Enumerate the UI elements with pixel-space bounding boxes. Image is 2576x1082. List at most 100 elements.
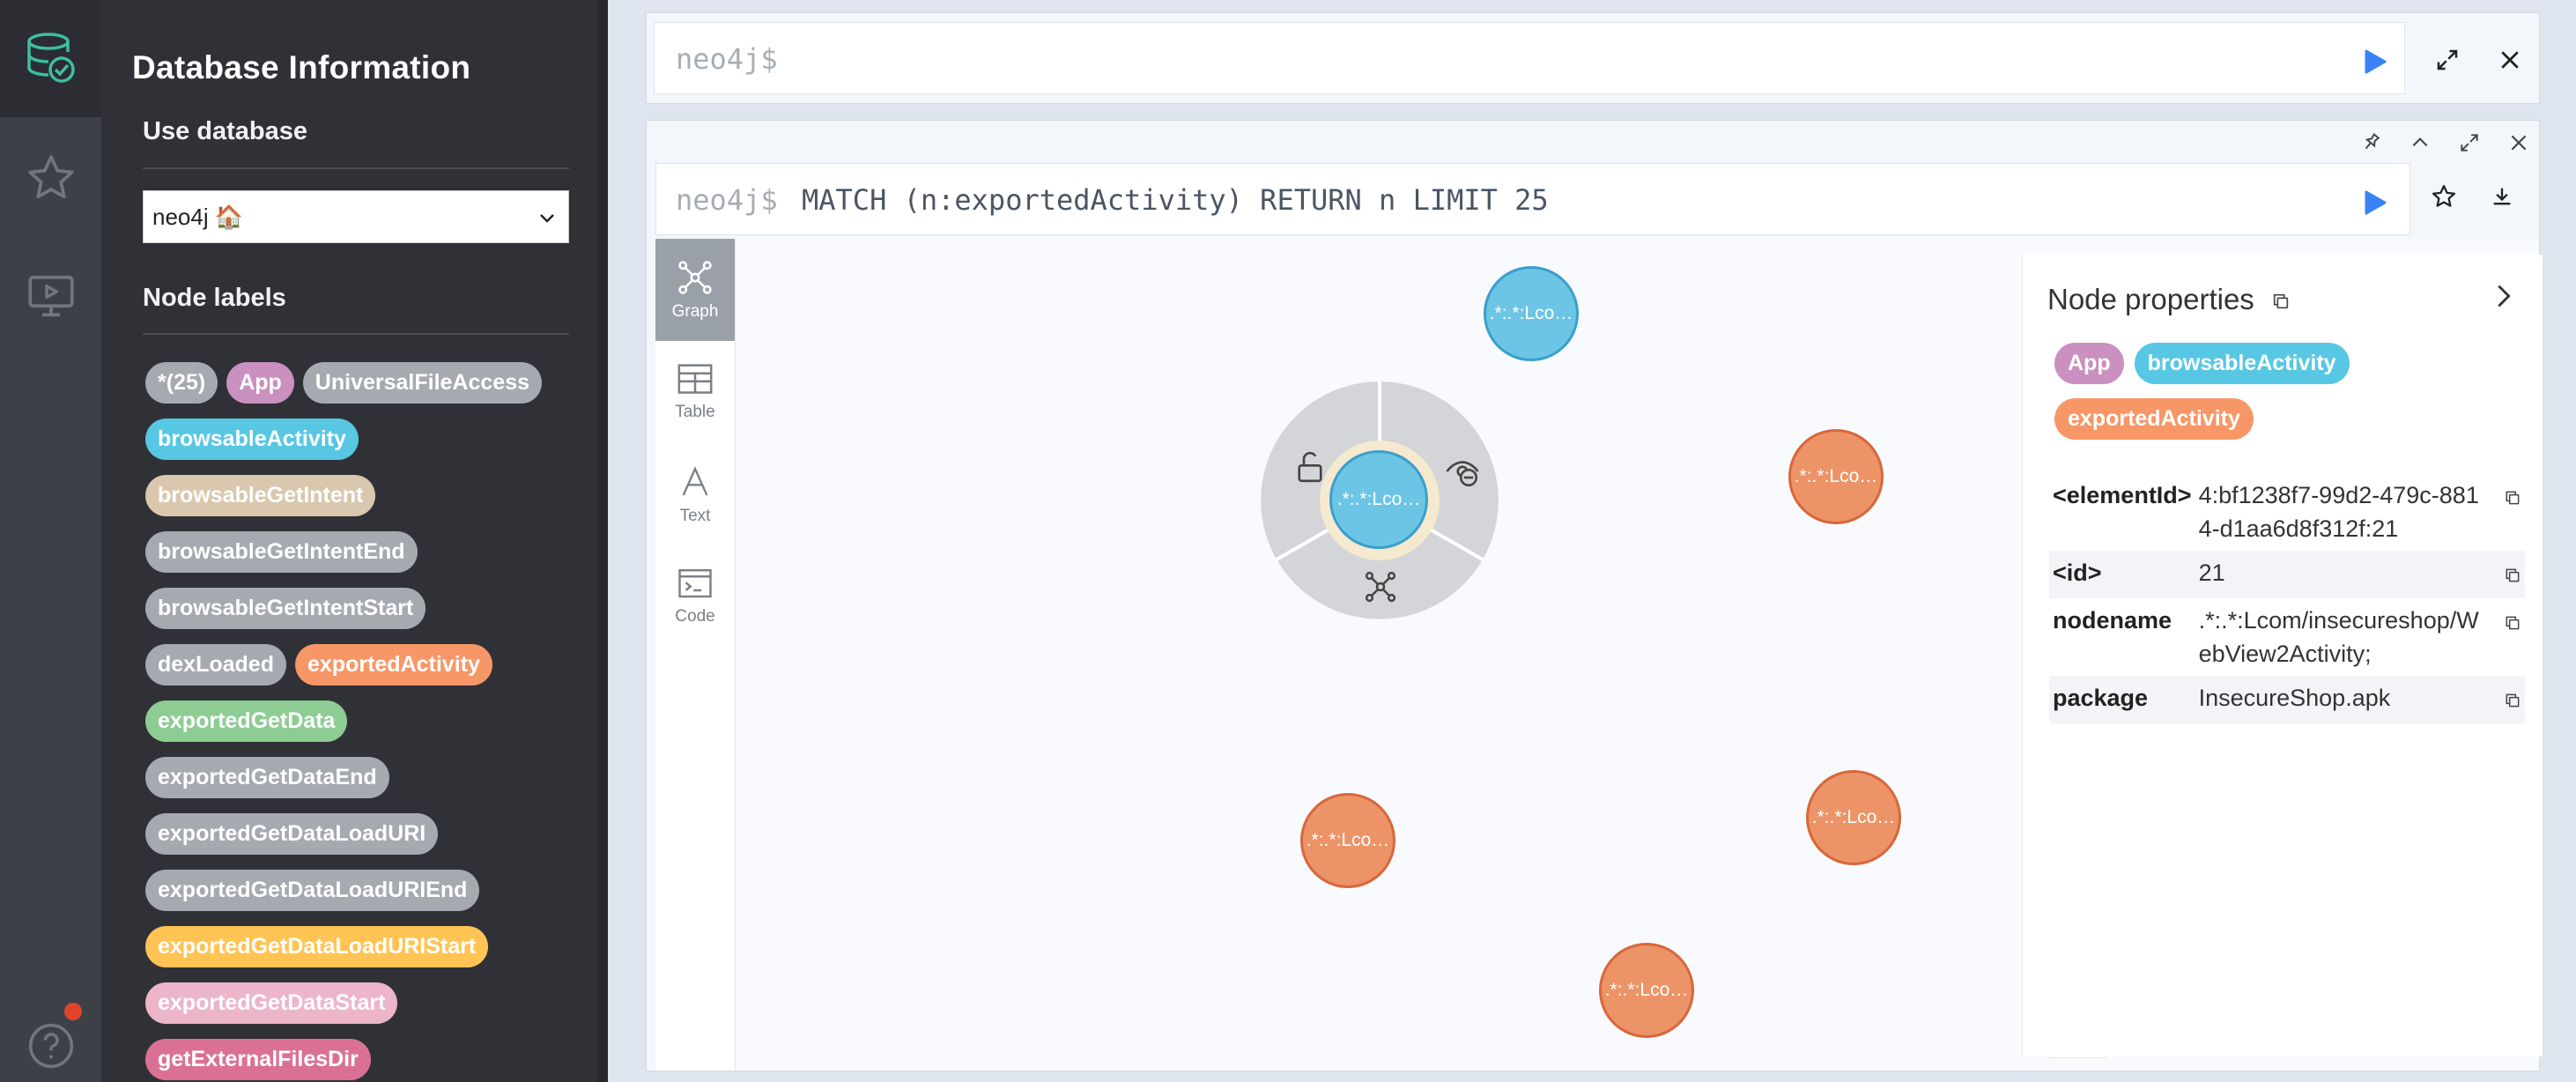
node-label-pill[interactable]: browsableGetIntent <box>145 475 376 516</box>
drawer-title: Database Information <box>132 49 471 85</box>
node-label-chip[interactable]: App <box>2054 343 2124 384</box>
node-label-pill[interactable]: UniversalFileAccess <box>302 362 542 404</box>
help-icon[interactable] <box>0 1019 101 1073</box>
graph-node[interactable]: .*:.*:Lco… <box>1806 770 1901 865</box>
property-row: <elementId> 4:bf1238f7-99d2-479c-8814-d1a… <box>2049 473 2525 551</box>
property-row: nodename .*:.*:Lcom/insecureshop/WebView2… <box>2049 598 2525 676</box>
run-query-button[interactable] <box>2363 48 2387 79</box>
database-information-drawer: Database Information Use database neo4j … <box>101 0 608 1082</box>
graph-node[interactable]: .*:.*:Lco… <box>1788 429 1884 524</box>
pin-icon[interactable] <box>2359 131 2382 159</box>
expand-editor-button[interactable] <box>2434 47 2461 78</box>
copy-icon[interactable] <box>2488 598 2525 676</box>
copy-icon[interactable] <box>2488 551 2525 598</box>
node-label-pill[interactable]: browsableGetIntentEnd <box>145 531 418 573</box>
node-label-pill[interactable]: browsableActivity <box>145 419 359 460</box>
download-icon[interactable] <box>2490 184 2514 213</box>
database-check-icon[interactable] <box>0 25 101 92</box>
collapse-panel-chevron-icon[interactable] <box>2493 281 2514 315</box>
node-label-pill[interactable]: exportedGetDataLoadURIStart <box>145 926 489 967</box>
node-label-chip[interactable]: browsableActivity <box>2134 343 2350 384</box>
database-select-value: neo4j 🏠 <box>152 203 244 230</box>
property-row: <id> 21 <box>2049 551 2525 598</box>
hide-node-icon[interactable] <box>1444 453 1481 494</box>
star-icon[interactable] <box>0 146 101 210</box>
close-icon[interactable] <box>2507 131 2530 159</box>
node-label-pill[interactable]: App <box>226 362 294 404</box>
tab-text-label: Text <box>679 507 711 525</box>
node-labels-heading: Node labels <box>143 284 286 312</box>
clear-editor-button[interactable] <box>2497 47 2523 78</box>
divider <box>143 167 569 169</box>
drawer-scrollbar-track <box>597 0 608 1082</box>
label-row: exportedGetDataLoadURIEnd <box>145 870 577 911</box>
property-key: nodename <box>2053 607 2173 634</box>
use-database-heading: Use database <box>143 117 307 145</box>
fullscreen-icon[interactable] <box>2458 131 2481 159</box>
frame-query-bar[interactable]: neo4j$ MATCH (n:exportedActivity) RETURN… <box>655 163 2410 235</box>
label-row: getExternalFilesDir <box>145 1039 577 1080</box>
property-value: InsecureShop.apk <box>2198 685 2391 711</box>
divider <box>143 333 569 335</box>
label-row: exportedGetDataStart <box>145 982 577 1024</box>
tab-code[interactable]: Code <box>655 545 735 648</box>
label-row: dexLoaded exportedActivity <box>145 644 577 686</box>
code-icon <box>678 569 712 598</box>
graph-node[interactable]: .*:.*:Lco… <box>1329 450 1428 549</box>
tab-table-label: Table <box>675 403 715 421</box>
property-row: package InsecureShop.apk <box>2049 676 2525 723</box>
node-label-pill[interactable]: exportedGetDataLoadURIEnd <box>145 870 480 911</box>
node-label-pill[interactable]: exportedGetData <box>145 700 348 742</box>
notification-badge <box>64 1003 82 1020</box>
icon-rail <box>0 0 101 1082</box>
label-row: exportedGetDataEnd <box>145 757 577 798</box>
label-row: exportedGetDataLoadURIStart <box>145 926 577 967</box>
tab-code-label: Code <box>675 607 715 626</box>
play-monitor-icon[interactable] <box>0 264 101 328</box>
node-label-chip[interactable]: exportedActivity <box>2054 398 2254 440</box>
tab-graph-label: Graph <box>671 302 719 321</box>
graph-node[interactable]: .*:.*:Lco… <box>1599 943 1694 1038</box>
graph-node[interactable]: .*:.*:Lco… <box>1484 266 1579 361</box>
node-labels-list: *(25) App UniversalFileAccess browsableActi… <box>145 362 577 1082</box>
query-editor: neo4j$ <box>646 12 2540 104</box>
node-label-pill[interactable]: *(25) <box>145 362 218 404</box>
property-key: <id> <box>2053 560 2102 586</box>
node-label-pill[interactable]: exportedGetDataEnd <box>145 757 389 798</box>
favorite-star-icon[interactable] <box>2431 183 2457 214</box>
expand-relationships-icon[interactable] <box>1363 569 1398 609</box>
label-row: browsableActivity <box>145 419 577 460</box>
frame-controls <box>2359 131 2530 159</box>
tab-table[interactable]: Table <box>655 341 735 443</box>
frame-query-text: MATCH (n:exportedActivity) RETURN n LIMI… <box>802 183 1549 217</box>
graph-node[interactable]: .*:.*:Lco… <box>1300 793 1395 888</box>
copy-icon[interactable] <box>2488 473 2525 551</box>
graph-icon <box>678 261 712 294</box>
copy-icon[interactable] <box>2271 292 2291 315</box>
text-icon <box>682 466 708 496</box>
view-tabs: Graph Table Text Code <box>655 239 736 1071</box>
editor-prompt: neo4j$ <box>676 42 778 76</box>
node-properties-title: Node properties <box>2047 283 2254 315</box>
result-frame: neo4j$ MATCH (n:exportedActivity) RETURN… <box>646 120 2543 1071</box>
rerun-query-button[interactable] <box>2363 189 2387 220</box>
query-input[interactable]: neo4j$ <box>654 22 2405 94</box>
database-select[interactable]: neo4j 🏠 <box>143 190 569 243</box>
unlock-icon[interactable] <box>1292 448 1329 490</box>
tab-text[interactable]: Text <box>655 443 735 545</box>
chevron-down-icon <box>537 207 558 234</box>
node-properties-panel: Node properties App browsableActivity ex… <box>2022 255 2543 1056</box>
node-label-pill[interactable]: getExternalFilesDir <box>145 1039 371 1080</box>
node-label-pill[interactable]: dexLoaded <box>145 644 286 686</box>
node-label-pill[interactable]: browsableGetIntentStart <box>145 588 426 629</box>
node-label-pill[interactable]: exportedActivity <box>294 644 492 686</box>
label-row: *(25) App UniversalFileAccess <box>145 362 577 404</box>
property-value: 4:bf1238f7-99d2-479c-8814-d1aa6d8f312f:2… <box>2198 482 2479 542</box>
collapse-icon[interactable] <box>2409 131 2432 159</box>
tab-graph[interactable]: Graph <box>655 239 735 341</box>
node-label-pill[interactable]: exportedGetDataStart <box>145 982 398 1024</box>
property-key: <elementId> <box>2053 482 2192 508</box>
node-label-pill[interactable]: exportedGetDataLoadURI <box>145 813 439 855</box>
label-row: exportedGetDataLoadURI <box>145 813 577 855</box>
copy-icon[interactable] <box>2488 676 2525 723</box>
